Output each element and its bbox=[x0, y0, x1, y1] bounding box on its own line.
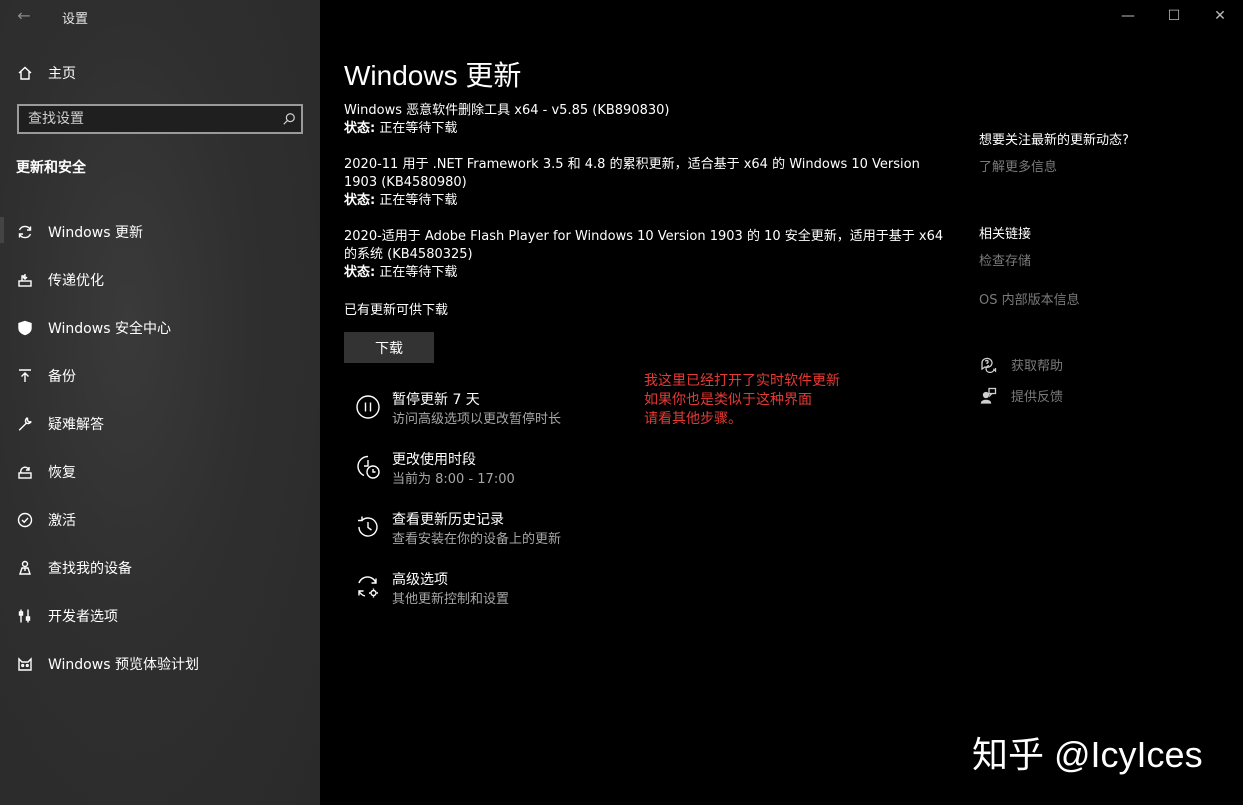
red-annotation: 我这里已经打开了实时软件更新 如果你也是类似于这种界面 请看其他步骤。 bbox=[644, 372, 840, 429]
delivery-icon bbox=[16, 271, 34, 289]
search-box[interactable] bbox=[17, 104, 303, 134]
sidebar-item-label: 开发者选项 bbox=[48, 609, 118, 625]
search-input[interactable] bbox=[19, 111, 277, 127]
sidebar-item-label: 激活 bbox=[48, 513, 76, 529]
sidebar-item-label: 传递优化 bbox=[48, 273, 104, 289]
feedback-label: 提供反馈 bbox=[1011, 390, 1064, 405]
sidebar-item-label: Windows 更新 bbox=[48, 225, 143, 241]
update-name: 2020-适用于 Adobe Flash Player for Windows … bbox=[344, 229, 944, 262]
download-button[interactable]: 下载 bbox=[344, 332, 434, 363]
option-title: 高级选项 bbox=[392, 572, 448, 588]
status-text: 正在等待下载 bbox=[375, 121, 458, 136]
sidebar-item-label: 主页 bbox=[48, 66, 76, 82]
get-help-link[interactable]: 获取帮助 bbox=[979, 355, 1063, 374]
sidebar-item-windows-update[interactable]: Windows 更新 bbox=[0, 208, 320, 256]
option-title: 查看更新历史记录 bbox=[392, 512, 504, 528]
recovery-icon bbox=[16, 463, 34, 481]
annotation-line: 我这里已经打开了实时软件更新 bbox=[644, 373, 840, 389]
update-name: Windows 恶意软件删除工具 x64 - v5.85 (KB890830) bbox=[344, 103, 670, 118]
update-history-option[interactable]: 查看更新历史记录 查看安装在你的设备上的更新 bbox=[354, 509, 714, 553]
check-storage-link[interactable]: 检查存储 bbox=[979, 250, 1031, 269]
os-build-link[interactable]: OS 内部版本信息 bbox=[979, 289, 1080, 308]
status-text: 正在等待下载 bbox=[375, 265, 458, 280]
developer-icon bbox=[16, 607, 34, 625]
learn-more-link[interactable]: 了解更多信息 bbox=[979, 156, 1057, 175]
sidebar-item-delivery-optimization[interactable]: 传递优化 bbox=[0, 256, 320, 304]
refresh-icon bbox=[16, 223, 34, 241]
update-status: 状态: 正在等待下载 bbox=[344, 264, 944, 282]
advanced-settings-icon bbox=[354, 573, 382, 601]
page-title: Windows 更新 bbox=[344, 60, 522, 91]
maximize-button[interactable]: ☐ bbox=[1151, 0, 1197, 32]
annotation-line: 如果你也是类似于这种界面 bbox=[644, 392, 812, 408]
sidebar-nav: Windows 更新 传递优化 Windows 安全中心 备份 疑难解答 恢复 … bbox=[0, 208, 320, 688]
active-hours-option[interactable]: 更改使用时段 当前为 8:00 - 17:00 bbox=[354, 449, 714, 493]
sidebar-item-windows-insider[interactable]: Windows 预览体验计划 bbox=[0, 640, 320, 688]
sidebar-item-backup[interactable]: 备份 bbox=[0, 352, 320, 400]
app-title: 设置 bbox=[62, 12, 89, 27]
home-icon bbox=[16, 64, 34, 82]
sidebar-item-home[interactable]: 主页 bbox=[0, 58, 320, 88]
status-label: 状态: bbox=[344, 193, 376, 208]
title-bar: ← 设置 bbox=[0, 0, 320, 32]
option-title: 暂停更新 7 天 bbox=[392, 392, 480, 408]
sidebar-item-recovery[interactable]: 恢复 bbox=[0, 448, 320, 496]
sidebar-item-label: Windows 预览体验计划 bbox=[48, 657, 199, 673]
sidebar: ← 设置 主页 更新和安全 Windows 更新 传递优化 bbox=[0, 0, 320, 805]
sidebar-item-label: 备份 bbox=[48, 369, 76, 385]
shield-icon bbox=[16, 319, 34, 337]
sidebar-item-find-my-device[interactable]: 查找我的设备 bbox=[0, 544, 320, 592]
close-button[interactable]: ✕ bbox=[1197, 0, 1243, 32]
option-subtitle: 访问高级选项以更改暂停时长 bbox=[392, 412, 562, 427]
watermark: 知乎 @IcyIces bbox=[972, 734, 1203, 775]
check-circle-icon bbox=[16, 511, 34, 529]
update-name: 2020-11 用于 .NET Framework 3.5 和 4.8 的累积更… bbox=[344, 157, 920, 190]
news-heading: 想要关注最新的更新动态? bbox=[979, 133, 1129, 148]
minimize-button[interactable]: — bbox=[1105, 0, 1151, 32]
option-subtitle: 查看安装在你的设备上的更新 bbox=[392, 532, 562, 547]
advanced-options-option[interactable]: 高级选项 其他更新控制和设置 bbox=[354, 569, 714, 613]
sidebar-item-activation[interactable]: 激活 bbox=[0, 496, 320, 544]
sidebar-item-troubleshoot[interactable]: 疑难解答 bbox=[0, 400, 320, 448]
sidebar-item-label: 疑难解答 bbox=[48, 417, 104, 433]
update-item: 2020-11 用于 .NET Framework 3.5 和 4.8 的累积更… bbox=[344, 156, 944, 210]
sidebar-item-label: 查找我的设备 bbox=[48, 561, 132, 577]
update-status: 状态: 正在等待下载 bbox=[344, 192, 944, 210]
related-links-heading: 相关链接 bbox=[979, 227, 1032, 242]
chat-help-icon bbox=[979, 356, 997, 374]
search-icon[interactable] bbox=[277, 107, 301, 131]
person-location-icon bbox=[16, 559, 34, 577]
status-label: 状态: bbox=[344, 121, 376, 136]
get-help-label: 获取帮助 bbox=[1011, 359, 1064, 374]
active-hours-icon bbox=[354, 453, 382, 481]
annotation-line: 请看其他步骤。 bbox=[644, 411, 742, 427]
wrench-icon bbox=[16, 415, 34, 433]
window-controls: — ☐ ✕ bbox=[1105, 0, 1243, 32]
update-item: Windows 恶意软件删除工具 x64 - v5.85 (KB890830) … bbox=[344, 102, 944, 138]
back-button[interactable]: ← bbox=[14, 6, 34, 26]
option-subtitle: 当前为 8:00 - 17:00 bbox=[392, 472, 515, 487]
feedback-link[interactable]: 提供反馈 bbox=[979, 386, 1063, 405]
update-status: 状态: 正在等待下载 bbox=[344, 120, 944, 138]
updates-available-text: 已有更新可供下载 bbox=[344, 303, 449, 318]
pause-icon bbox=[354, 393, 382, 421]
update-item: 2020-适用于 Adobe Flash Player for Windows … bbox=[344, 228, 944, 282]
status-text: 正在等待下载 bbox=[375, 193, 458, 208]
sidebar-item-label: Windows 安全中心 bbox=[48, 321, 171, 337]
sidebar-item-windows-security[interactable]: Windows 安全中心 bbox=[0, 304, 320, 352]
option-subtitle: 其他更新控制和设置 bbox=[392, 592, 510, 607]
feedback-person-icon bbox=[979, 387, 997, 405]
backup-icon bbox=[16, 367, 34, 385]
status-label: 状态: bbox=[344, 265, 376, 280]
option-title: 更改使用时段 bbox=[392, 452, 476, 468]
section-title: 更新和安全 bbox=[16, 160, 86, 176]
history-icon bbox=[354, 513, 382, 541]
sidebar-item-label: 恢复 bbox=[48, 465, 76, 481]
insider-cat-icon bbox=[16, 655, 34, 673]
sidebar-item-developer[interactable]: 开发者选项 bbox=[0, 592, 320, 640]
